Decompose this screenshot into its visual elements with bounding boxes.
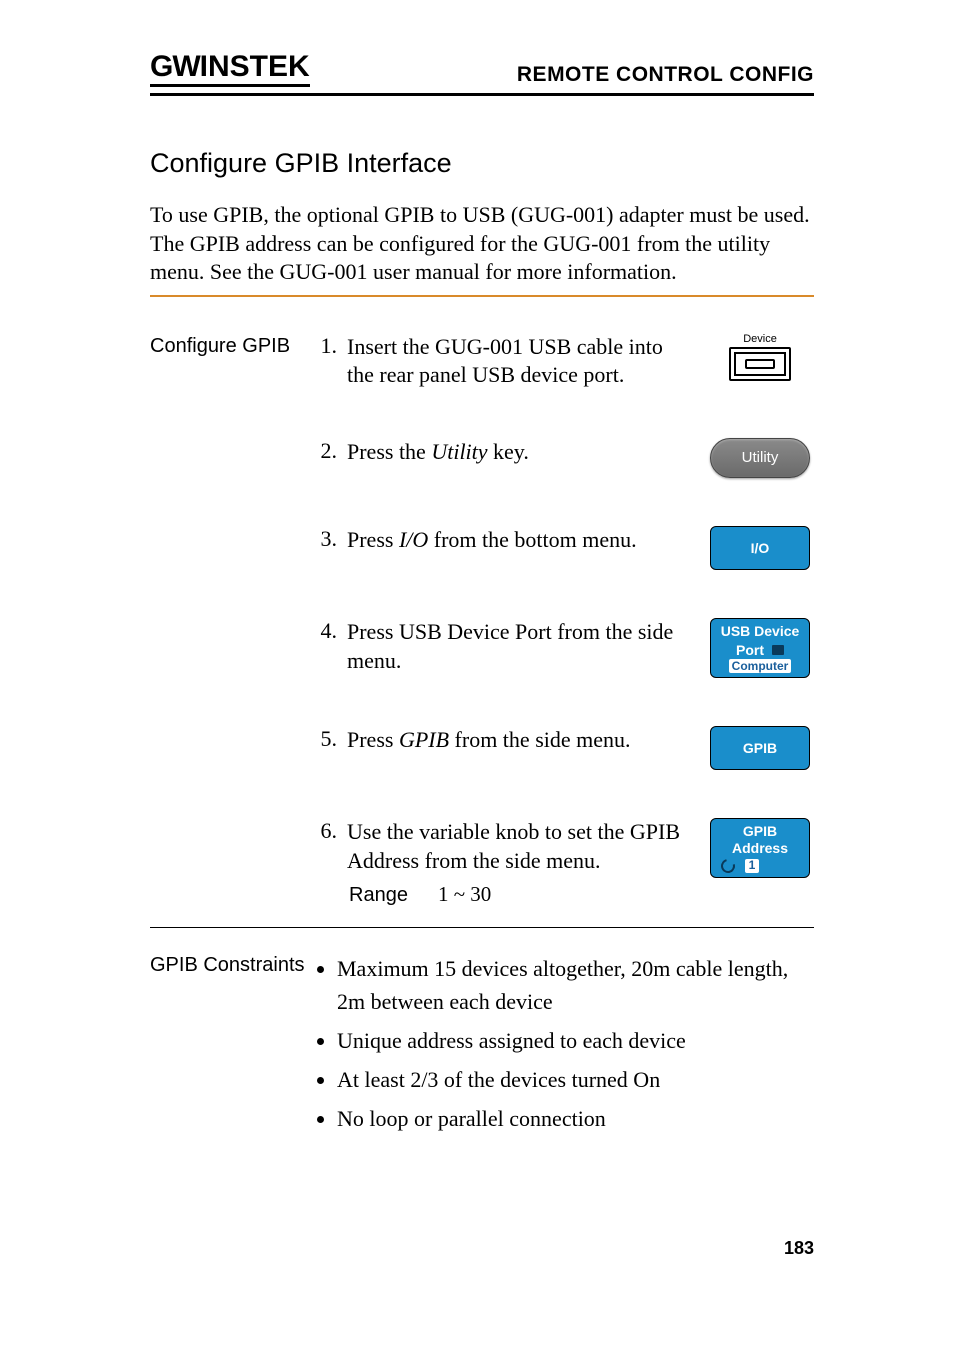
- step-text-pre: Use the variable knob to set the GPIB Ad…: [347, 819, 680, 873]
- brand-part1: GW: [150, 50, 200, 83]
- gpib-address-softkey-icon: GPIB Address 1: [710, 818, 810, 878]
- configure-label: Configure GPIB: [150, 333, 315, 358]
- step-text-post: from the side menu.: [449, 727, 630, 752]
- section-divider: [150, 295, 814, 297]
- header-title: REMOTE CONTROL CONFIG: [517, 63, 814, 87]
- softkey-line1: USB Device: [721, 623, 800, 640]
- step-number: 4.: [315, 618, 337, 644]
- step-text: Insert the GUG-001 USB cable into the re…: [347, 333, 696, 390]
- step-text-pre: Press: [347, 727, 399, 752]
- step-6: 6. Use the variable knob to set the GPIB…: [315, 818, 814, 878]
- step-3: 3. Press I/O from the bottom menu. I/O: [315, 526, 814, 570]
- step-number: 2.: [315, 438, 337, 464]
- section-title: Configure GPIB Interface: [150, 148, 814, 179]
- softkey-line1: GPIB Address: [715, 823, 805, 857]
- port-glyph-icon: [772, 645, 784, 655]
- list-item: Unique address assigned to each device: [337, 1024, 814, 1057]
- range-value: 1 ~ 30: [438, 882, 491, 907]
- page-number: 183: [784, 1238, 814, 1259]
- step-text-italic: I/O: [399, 527, 428, 552]
- gpib-softkey-icon: GPIB: [710, 726, 810, 770]
- step-text: Use the variable knob to set the GPIB Ad…: [347, 818, 696, 875]
- step-number: 1.: [315, 333, 337, 359]
- constraints-list: Maximum 15 devices altogether, 20m cable…: [315, 952, 814, 1141]
- brand-part2: INSTEK: [200, 50, 310, 83]
- usb-device-port-softkey-icon: USB Device Port Computer: [710, 618, 810, 678]
- page-header: GWINSTEK REMOTE CONTROL CONFIG: [150, 50, 814, 96]
- io-softkey-icon: I/O: [710, 526, 810, 570]
- step-1: 1. Insert the GUG-001 USB cable into the…: [315, 333, 814, 390]
- step-4: 4. Press USB Device Port from the side m…: [315, 618, 814, 678]
- table-divider: [150, 927, 814, 928]
- brand-logo: GWINSTEK: [150, 50, 310, 87]
- configure-block: Configure GPIB 1. Insert the GUG-001 USB…: [150, 333, 814, 915]
- step-text-pre: Press: [347, 527, 399, 552]
- step-text: Press GPIB from the side menu.: [347, 726, 696, 755]
- step-text-post: from the bottom menu.: [428, 527, 636, 552]
- step-text-pre: Press USB Device Port from the side menu…: [347, 619, 673, 673]
- variable-knob-icon: [718, 856, 737, 875]
- softkey-address-value: 1: [745, 859, 759, 873]
- range-label: Range: [349, 884, 408, 907]
- list-item: Maximum 15 devices altogether, 20m cable…: [337, 952, 814, 1018]
- device-label: Device: [729, 333, 791, 345]
- step-text-italic: GPIB: [399, 727, 449, 752]
- range-row: Range 1 ~ 30: [349, 882, 814, 907]
- step-2: 2. Press the Utility key. Utility: [315, 438, 814, 478]
- softkey-computer-tag: Computer: [729, 659, 792, 673]
- intro-paragraph: To use GPIB, the optional GPIB to USB (G…: [150, 201, 814, 287]
- utility-key-icon: Utility: [710, 438, 810, 478]
- constraints-label: GPIB Constraints: [150, 952, 315, 977]
- step-text: Press I/O from the bottom menu.: [347, 526, 696, 555]
- step-5: 5. Press GPIB from the side menu. GPIB: [315, 726, 814, 770]
- step-text: Press the Utility key.: [347, 438, 696, 467]
- softkey-line2: Port: [736, 642, 764, 659]
- list-item: At least 2/3 of the devices turned On: [337, 1063, 814, 1096]
- step-text: Press USB Device Port from the side menu…: [347, 618, 696, 675]
- step-text-pre: Press the: [347, 439, 431, 464]
- list-item: No loop or parallel connection: [337, 1102, 814, 1135]
- step-number: 6.: [315, 818, 337, 844]
- step-number: 5.: [315, 726, 337, 752]
- constraints-block: GPIB Constraints Maximum 15 devices alto…: [150, 952, 814, 1141]
- step-text-italic: Utility: [431, 439, 487, 464]
- step-text-pre: Insert the GUG-001 USB cable into the re…: [347, 334, 663, 388]
- usb-device-port-icon: Device: [729, 333, 791, 381]
- step-text-post: key.: [488, 439, 529, 464]
- step-number: 3.: [315, 526, 337, 552]
